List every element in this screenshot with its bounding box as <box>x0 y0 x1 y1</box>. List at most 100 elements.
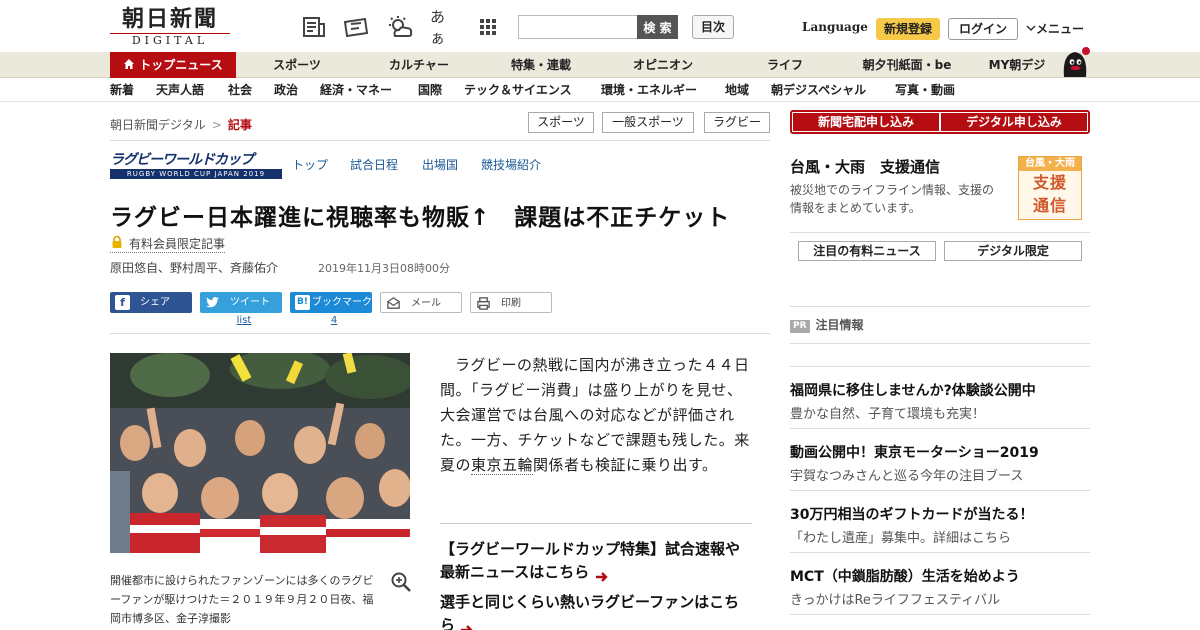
mail-share-label: メール <box>411 298 441 309</box>
subnav-item[interactable]: 天声人語 <box>156 78 204 102</box>
rwc-logo[interactable]: ラグビーワールドカップ RUGBY WORLD CUP JAPAN 2019 <box>110 152 282 179</box>
main-nav: トップニュース スポーツ カルチャー 特集・連載 オピニオン ライフ 朝夕刊紙面… <box>0 52 1200 78</box>
nav-item-my-asadigi[interactable]: MY朝デジ <box>980 52 1054 78</box>
twitter-share-count[interactable]: list <box>203 315 285 326</box>
twitter-icon <box>205 295 220 310</box>
menu-button[interactable]: メニュー <box>1026 20 1084 37</box>
subnav-item[interactable]: 国際 <box>418 78 442 102</box>
breadcrumb: 朝日新聞デジタル > 記事 <box>110 116 252 133</box>
chevron-down-icon <box>1026 22 1036 32</box>
rwc-link-schedule[interactable]: 試合日程 <box>350 156 398 173</box>
breadcrumb-root[interactable]: 朝日新聞デジタル <box>110 118 206 132</box>
featured-paid-news-button[interactable]: 注目の有料ニュース <box>798 241 936 261</box>
divider <box>790 428 1090 429</box>
rwc-feature-link[interactable]: 【ラグビーワールドカップ特集】試合速報や最新ニュースはこちら <box>440 538 752 584</box>
print-button[interactable]: 印刷 <box>470 292 552 313</box>
pr-badge: PR <box>790 320 810 333</box>
article-date: 2019年11月3日08時00分 <box>318 262 450 275</box>
zoom-icon[interactable] <box>390 571 412 593</box>
subnav-item[interactable]: 新着 <box>110 78 134 102</box>
search-button[interactable]: 検 索 <box>637 15 678 39</box>
language-link[interactable]: Language <box>802 20 868 34</box>
newspaper-icon[interactable] <box>300 14 328 40</box>
font-size-icon[interactable]: あぁ <box>430 8 458 47</box>
divider <box>790 366 1090 367</box>
rwc-link-top[interactable]: トップ <box>292 156 328 173</box>
nav-item-top-news[interactable]: トップニュース <box>110 52 236 78</box>
rugby-fans-link-text: 選手と同じくらい熱いラグビーファンはこちら <box>440 593 740 630</box>
divider <box>110 140 770 141</box>
ticket-icon[interactable] <box>342 14 370 40</box>
pr-item-title[interactable]: 30万円相当のギフトカードが当たる！ <box>790 504 1033 524</box>
logo-sub: DIGITAL <box>110 33 230 48</box>
rwc-logo-title: ラグビーワールドカップ <box>110 152 282 169</box>
mascot-icon <box>1058 44 1092 78</box>
tag-rugby[interactable]: ラグビー <box>704 112 770 133</box>
nav-item-life[interactable]: ライフ <box>740 52 830 78</box>
rugby-fans-link[interactable]: 選手と同じくらい熱いラグビーファンはこちら <box>440 591 752 630</box>
pr-item-title[interactable]: 福岡県に移住しませんか?体験談公開中 <box>790 380 1036 400</box>
tag-sports[interactable]: スポーツ <box>528 112 594 133</box>
nav-item-culture[interactable]: カルチャー <box>374 52 464 78</box>
badge-line2: 通信 <box>1032 196 1067 215</box>
nav-item-features[interactable]: 特集・連載 <box>496 52 586 78</box>
divider <box>110 333 770 334</box>
apply-home-delivery-button[interactable]: 新聞宅配申し込み <box>793 113 939 131</box>
keyword-link[interactable]: 東京五輪 <box>471 456 534 475</box>
subnav-item[interactable]: 経済・マネー <box>320 78 392 102</box>
pr-item-title[interactable]: 動画公開中！東京モーターショー2019 <box>790 442 1039 462</box>
pr-item-sub: きっかけはReライフフェスティバル <box>790 593 1001 608</box>
nav-item-paper[interactable]: 朝夕刊紙面・be <box>855 52 959 78</box>
rwc-logo-subtitle: RUGBY WORLD CUP JAPAN 2019 <box>110 169 282 179</box>
typhoon-support-title[interactable]: 台風・大雨 支援通信 <box>790 156 940 177</box>
pr-item-title[interactable]: MCT（中鎖脂肪酸）生活を始めよう <box>790 566 1020 586</box>
home-icon <box>123 53 135 69</box>
apply-digital-button[interactable]: デジタル申し込み <box>941 113 1087 131</box>
divider <box>790 306 1090 307</box>
signup-button[interactable]: 新規登録 <box>876 18 940 40</box>
facebook-icon: f <box>115 295 130 310</box>
facebook-share-button[interactable]: f シェア <box>110 292 192 313</box>
pr-item-sub: 「わたし遺産」募集中。詳細はこちら <box>790 531 1012 546</box>
logo-main: 朝日新聞 <box>121 6 218 32</box>
site-logo[interactable]: 朝日新聞 DIGITAL <box>110 6 230 48</box>
subscribe-box: 新聞宅配申し込み デジタル申し込み <box>790 110 1090 134</box>
paid-member-label[interactable]: 有料会員限定記事 <box>110 235 226 253</box>
arrow-right-icon <box>460 620 474 630</box>
typhoon-support-desc: 被災地でのライフライン情報、支援の情報をまとめています。 <box>790 183 995 215</box>
rwc-link-stadiums[interactable]: 競技場紹介 <box>481 156 541 173</box>
nav-item-sports[interactable]: スポーツ <box>252 52 342 78</box>
subnav-item[interactable]: 政治 <box>274 78 298 102</box>
grid-menu-icon[interactable] <box>474 14 502 40</box>
subnav-item[interactable]: 写真・動画 <box>895 78 955 102</box>
subnav-item[interactable]: 環境・エネルギー <box>601 78 697 102</box>
article-photo[interactable] <box>110 353 410 553</box>
rwc-link-countries[interactable]: 出場国 <box>422 156 458 173</box>
search-input[interactable] <box>518 15 638 39</box>
subnav-item[interactable]: テック＆サイエンス <box>464 78 572 102</box>
pr-item-sub: 豊かな自然、子育て環境も充実！ <box>790 407 986 422</box>
hatena-share-count[interactable]: 4 <box>293 315 375 326</box>
digital-only-button[interactable]: デジタル限定 <box>944 241 1082 261</box>
pr-item-sub: 宇賀なつみさんと巡る今年の注目ブース <box>790 469 1024 484</box>
typhoon-support-badge[interactable]: 台風・大雨 支援 通信 <box>1018 156 1082 220</box>
tag-general-sports[interactable]: 一般スポーツ <box>602 112 694 133</box>
subnav-item[interactable]: 地域 <box>725 78 749 102</box>
hatena-icon: B! <box>295 295 310 310</box>
divider <box>790 490 1090 491</box>
login-button[interactable]: ログイン <box>948 18 1018 40</box>
rwc-feature-link-text: 【ラグビーワールドカップ特集】試合速報や最新ニュースはこちら <box>440 540 741 581</box>
subnav-item[interactable]: 朝デジスペシャル <box>771 78 866 102</box>
hatena-bookmark-button[interactable]: B! ブックマーク <box>290 292 372 313</box>
site-header: 朝日新聞 DIGITAL あぁ 検 索 目次 Language 新規登録 ログイ… <box>0 0 1200 52</box>
paid-member-text: 有料会員限定記事 <box>129 237 226 251</box>
nav-item-opinion[interactable]: オピニオン <box>618 52 708 78</box>
twitter-share-label: ツイート <box>230 297 270 308</box>
divider <box>790 232 1090 233</box>
toc-button[interactable]: 目次 <box>692 15 734 39</box>
breadcrumb-sep: > <box>211 118 222 132</box>
subnav-item[interactable]: 社会 <box>228 78 252 102</box>
mail-share-button[interactable]: メール <box>380 292 462 313</box>
twitter-share-button[interactable]: ツイート <box>200 292 282 313</box>
weather-icon[interactable] <box>386 14 414 40</box>
